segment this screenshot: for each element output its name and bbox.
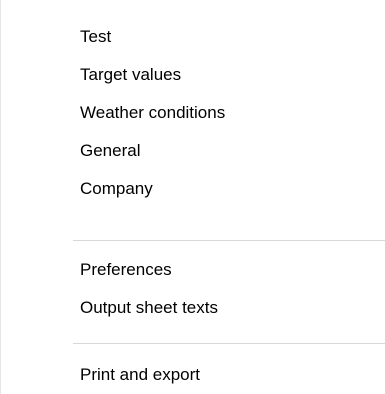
menu-item-output-sheet-texts[interactable]: Output sheet texts <box>1 290 385 326</box>
menu-item-print-and-export[interactable]: Print and export <box>1 357 385 393</box>
menu-item-label: Test <box>80 27 112 46</box>
menu-item-label: Target values <box>80 65 182 84</box>
menu-item-label: Output sheet texts <box>80 298 218 317</box>
menu-item-target-values[interactable]: Target values <box>1 57 385 93</box>
menu-item-company[interactable]: Company <box>1 171 385 207</box>
menu-item-test[interactable]: Test <box>1 19 385 55</box>
menu-item-label: Company <box>80 179 153 198</box>
menu-item-label: General <box>80 141 141 160</box>
menu-item-label: Weather conditions <box>80 103 226 122</box>
menu-item-label: Preferences <box>80 260 172 279</box>
menu-item-label: Print and export <box>80 365 201 384</box>
menu-item-preferences[interactable]: Preferences <box>1 252 385 288</box>
menu-item-general[interactable]: General <box>1 133 385 169</box>
menu-separator <box>73 343 385 344</box>
menu-separator <box>73 240 385 241</box>
menu-item-weather-conditions[interactable]: Weather conditions <box>1 95 385 131</box>
context-menu: Test Target values Weather conditions Ge… <box>0 0 385 394</box>
